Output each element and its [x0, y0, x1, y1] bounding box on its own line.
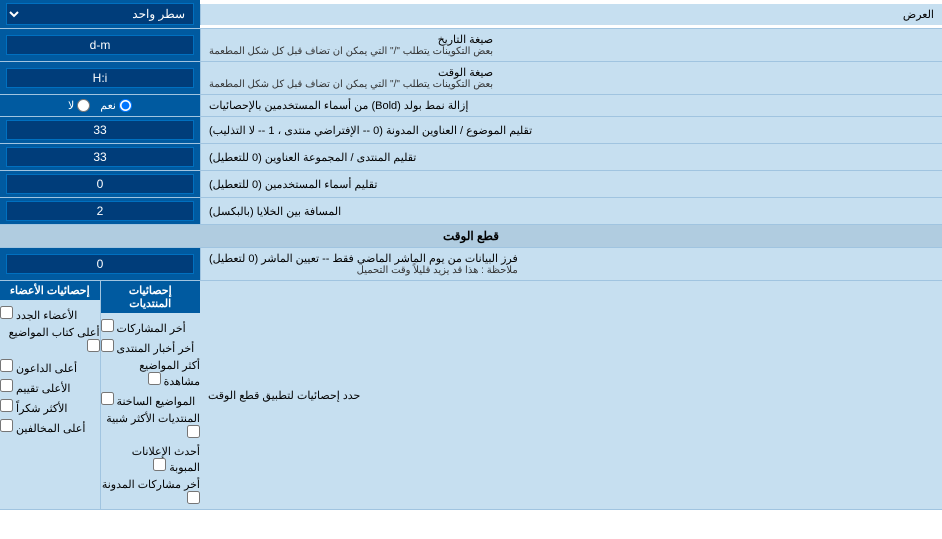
- cb-classifieds: أحدث الإعلانات المبوبة: [101, 443, 201, 476]
- user-count-input-cell: [0, 171, 200, 197]
- cb-forum-news: أخر أخبار المنتدى: [101, 337, 201, 357]
- cb-top-writers: أعلى كتاب المواضيع: [0, 324, 100, 357]
- lines-select[interactable]: سطر واحد سطرين ثلاثة أسطر: [6, 3, 194, 25]
- cb-hot-topics: المواضيع الساخنة: [101, 390, 201, 410]
- cb-most-thanked: الأكثر شكراً: [0, 397, 100, 417]
- stats-checkboxes-row: حدد إحصائيات لتطبيق قطع الوقت إحصائيات ا…: [0, 281, 942, 510]
- cb-top-violators-input[interactable]: [0, 419, 13, 432]
- cb-most-viewed-input[interactable]: [148, 372, 161, 385]
- forum-count-input[interactable]: [6, 147, 194, 167]
- bold-radio-yes-label: نعم: [100, 99, 132, 112]
- space-row: المسافة بين الخلايا (بالبكسل): [0, 198, 942, 225]
- cb-top-rated-input[interactable]: [0, 379, 13, 392]
- cb-last-posts-input[interactable]: [101, 319, 114, 332]
- space-label: المسافة بين الخلايا (بالبكسل): [200, 198, 942, 224]
- date-format-label: صيغة التاريخ بعض التكوينات يتطلب "/" الت…: [200, 29, 942, 61]
- date-format-row: صيغة التاريخ بعض التكوينات يتطلب "/" الت…: [0, 29, 942, 62]
- topic-count-row: تقليم الموضوع / العناوين المدونة (0 -- ا…: [0, 117, 942, 144]
- stats-members-col: إحصائيات الأعضاء الأعضاء الجدد أعلى كتاب…: [0, 281, 100, 509]
- cb-blog-posts: أخر مشاركات المدونة: [101, 476, 201, 509]
- forum-count-input-cell: [0, 144, 200, 170]
- time-format-row: صيغة الوقت بعض التكوينات يتطلب "/" التي …: [0, 62, 942, 95]
- stats-posts-header: إحصائيات المنتديات: [101, 281, 201, 313]
- bold-radio-no-label: لا: [68, 99, 90, 112]
- stats-apply-label: حدد إحصائيات لتطبيق قطع الوقت: [200, 281, 942, 509]
- time-format-label: صيغة الوقت بعض التكوينات يتطلب "/" التي …: [200, 62, 942, 94]
- date-format-input-cell: [0, 29, 200, 61]
- space-input-cell: [0, 198, 200, 224]
- bold-row: إزالة نمط بولد (Bold) من أسماء المستخدمي…: [0, 95, 942, 117]
- header-row: العرض سطر واحد سطرين ثلاثة أسطر: [0, 0, 942, 29]
- user-count-row: تقليم أسماء المستخدمين (0 للتعطيل): [0, 171, 942, 198]
- cutoff-section-header: قطع الوقت: [0, 225, 942, 248]
- user-count-input[interactable]: [6, 174, 194, 194]
- forum-count-label: تقليم المنتدى / المجموعة العناوين (0 للت…: [200, 144, 942, 170]
- cb-most-viewed: أكثر المواضيع مشاهدة: [101, 357, 201, 390]
- cb-most-thanked-input[interactable]: [0, 399, 13, 412]
- cb-top-violators: أعلى المخالفين: [0, 417, 100, 437]
- cb-last-posts: أخر المشاركات: [101, 317, 201, 337]
- bold-radio-cell: نعم لا: [0, 95, 200, 116]
- topic-count-input[interactable]: [6, 120, 194, 140]
- stats-members-header: إحصائيات الأعضاء: [0, 281, 100, 300]
- lines-select-cell: سطر واحد سطرين ثلاثة أسطر: [0, 0, 200, 28]
- user-count-label: تقليم أسماء المستخدمين (0 للتعطيل): [200, 171, 942, 197]
- stats-cols: إحصائيات المنتديات أخر المشاركات أخر أخب…: [0, 281, 200, 509]
- cutoff-input[interactable]: [6, 254, 194, 274]
- header-label: العرض: [200, 4, 942, 25]
- space-input[interactable]: [6, 201, 194, 221]
- cb-most-similar-input[interactable]: [187, 425, 200, 438]
- cutoff-label: فرز البيانات من يوم الماشر الماضي فقط --…: [200, 248, 942, 280]
- cb-blog-posts-input[interactable]: [187, 491, 200, 504]
- cb-classifieds-input[interactable]: [153, 458, 166, 471]
- cutoff-input-cell: [0, 248, 200, 280]
- cb-new-members: الأعضاء الجدد: [0, 304, 100, 324]
- cb-top-inviters: أعلى الداعون: [0, 357, 100, 377]
- date-format-input[interactable]: [6, 35, 194, 55]
- time-format-input[interactable]: [6, 68, 194, 88]
- cb-new-members-input[interactable]: [0, 306, 13, 319]
- cb-hot-topics-input[interactable]: [101, 392, 114, 405]
- cb-most-similar: المنتديات الأكثر شبية: [101, 410, 201, 443]
- stats-posts-col: إحصائيات المنتديات أخر المشاركات أخر أخب…: [100, 281, 201, 509]
- cb-forum-news-input[interactable]: [101, 339, 114, 352]
- forum-count-row: تقليم المنتدى / المجموعة العناوين (0 للت…: [0, 144, 942, 171]
- cb-top-inviters-input[interactable]: [0, 359, 13, 372]
- stats-cols-container: إحصائيات المنتديات أخر المشاركات أخر أخب…: [0, 281, 200, 509]
- cutoff-row: فرز البيانات من يوم الماشر الماضي فقط --…: [0, 248, 942, 281]
- cb-top-rated: الأعلى تقييم: [0, 377, 100, 397]
- bold-radio-no[interactable]: [77, 99, 90, 112]
- cb-top-writers-input[interactable]: [87, 339, 100, 352]
- bold-radio-yes[interactable]: [119, 99, 132, 112]
- time-format-input-cell: [0, 62, 200, 94]
- bold-label: إزالة نمط بولد (Bold) من أسماء المستخدمي…: [200, 95, 942, 116]
- topic-count-label: تقليم الموضوع / العناوين المدونة (0 -- ا…: [200, 117, 942, 143]
- topic-count-input-cell: [0, 117, 200, 143]
